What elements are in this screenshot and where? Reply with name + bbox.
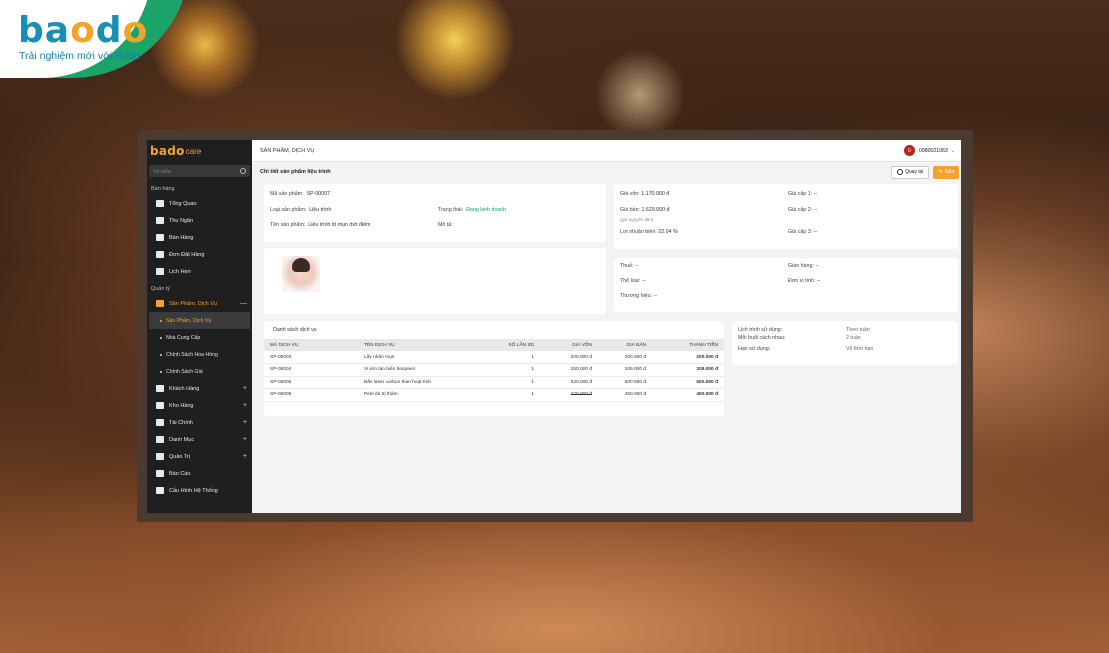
edit-button[interactable]: ✎ Sửa bbox=[933, 165, 959, 179]
sidebar-item-orders[interactable]: Đơn Đặt Hàng bbox=[147, 246, 252, 263]
back-circle-icon bbox=[896, 169, 903, 175]
orders-icon bbox=[156, 251, 164, 258]
sidebar-item-overview[interactable]: Tổng Quan bbox=[147, 195, 252, 212]
section-label-sales: Bán hàng bbox=[151, 186, 175, 192]
tags-icon bbox=[156, 234, 164, 241]
avatar: 0 bbox=[903, 145, 915, 156]
app-window: bado care Tìm kiếm Bán hàng Tổng Quan Th… bbox=[147, 140, 961, 513]
users-icon bbox=[156, 385, 164, 392]
sidebar-item-cashier[interactable]: Thu Ngân bbox=[147, 212, 252, 229]
warehouse-icon bbox=[156, 402, 164, 409]
sidebar-subitem-products-services[interactable]: Sản Phẩm, Dịch Vụ bbox=[149, 312, 250, 329]
sidebar-item-system-config[interactable]: Cấu Hình Hệ Thống bbox=[147, 482, 252, 499]
bar-chart-icon bbox=[156, 470, 164, 477]
sidebar-item-categories[interactable]: Danh Mục + bbox=[147, 431, 252, 448]
sidebar-search-input[interactable]: Tìm kiếm bbox=[149, 165, 250, 177]
search-icon bbox=[240, 168, 246, 174]
table-row[interactable]: SP-00005 Bắn laser carbon than hoạt tính 1… bbox=[264, 376, 724, 389]
logo-accent-o: o bbox=[122, 10, 149, 51]
gear-icon bbox=[156, 487, 164, 494]
user-menu[interactable]: 0 0980021063 ⌄ bbox=[903, 145, 955, 156]
monitor-icon bbox=[156, 217, 164, 224]
table-row[interactable]: SP-00003 Lấy nhân mụn 1 200.000 đ 200.000 đ… bbox=[264, 351, 724, 364]
sidebar-subitem-suppliers[interactable]: Nhà Cung Cấp bbox=[147, 329, 252, 346]
hair-shape bbox=[292, 258, 310, 272]
sidebar-subitem-commission[interactable]: Chính Sách Hoa Hồng bbox=[147, 346, 252, 363]
main-content: SẢN PHẨM, DỊCH VỤ 0 0980021063 ⌄ Chi tiế… bbox=[252, 140, 961, 513]
shapes-icon bbox=[156, 436, 164, 443]
status-badge: Đang kinh doanh bbox=[466, 207, 507, 213]
detail-header: Chi tiết sản phẩm liệu trình Quay lại ✎ S… bbox=[252, 162, 961, 182]
expand-icon[interactable]: + bbox=[243, 453, 247, 460]
sidebar-item-customers[interactable]: Khách Hàng + bbox=[147, 380, 252, 397]
product-code-row: Mã sản phẩm: SP-00007 bbox=[270, 191, 331, 197]
collapse-icon[interactable]: — bbox=[240, 300, 247, 307]
expand-icon[interactable]: + bbox=[243, 436, 247, 443]
pencil-icon: ✎ bbox=[938, 169, 943, 175]
table-header-row: MÃ DỊCH VỤ TÊN DỊCH VỤ SỐ LẦN SD GIÁ VỐN… bbox=[264, 339, 724, 351]
brand-tagline: Trải nghiệm mới với Bado bbox=[19, 50, 140, 62]
product-type-row: Loại sản phẩm: Liệu trình bbox=[270, 207, 332, 213]
sidebar-logo[interactable]: bado care bbox=[147, 140, 252, 162]
sidebar-item-finance[interactable]: Tài Chính + bbox=[147, 414, 252, 431]
detail-heading: Chi tiết sản phẩm liệu trình bbox=[260, 169, 331, 175]
product-image[interactable] bbox=[282, 256, 320, 292]
page-title: SẢN PHẨM, DỊCH VỤ bbox=[260, 147, 315, 154]
top-bar: SẢN PHẨM, DỊCH VỤ 0 0980021063 ⌄ bbox=[252, 140, 961, 162]
sidebar-subitem-pricing[interactable]: Chính Sách Giá bbox=[147, 363, 252, 380]
attributes-card: Thuế: -- Gian hàng: -- Thể loại: -- Đơn … bbox=[614, 258, 958, 312]
description-row: Mô tả: bbox=[438, 222, 453, 228]
user-phone: 0980021063 bbox=[918, 147, 948, 154]
finance-icon bbox=[156, 419, 164, 426]
calendar-icon bbox=[156, 268, 164, 275]
dashboard-icon bbox=[156, 200, 164, 207]
section-label-manage: Quản lý bbox=[151, 286, 170, 292]
table-row[interactable]: SP-00004 Vi kim tảo biển bioqreen 1 250.00… bbox=[264, 363, 724, 377]
schedule-card: Lịch trình sử dụng: Theo tuần Mỗi buổi c… bbox=[732, 321, 958, 365]
pricing-card: Giá vốn: 1.170.000 đ Giá bán: 1.629.000 … bbox=[614, 184, 958, 249]
table-row[interactable]: SP-00006 Peel da trị thâm 1 320.000 đ 450.0… bbox=[264, 388, 724, 402]
sidebar: bado care Tìm kiếm Bán hàng Tổng Quan Th… bbox=[147, 140, 252, 513]
services-table: MÃ DỊCH VỤ TÊN DỊCH VỤ SỐ LẦN SD GIÁ VỐN… bbox=[264, 339, 724, 402]
expand-icon[interactable]: + bbox=[243, 402, 247, 409]
product-name-row: Tên sản phẩm: Liệu trình trị mụn dứt điể… bbox=[270, 222, 371, 228]
product-image-card bbox=[264, 248, 606, 314]
services-title: Danh sách dịch vụ bbox=[273, 327, 317, 333]
logo-accent-o: o bbox=[70, 10, 96, 51]
expand-icon[interactable]: + bbox=[243, 419, 247, 426]
user-gear-icon bbox=[156, 453, 164, 460]
chevron-down-icon: ⌄ bbox=[950, 147, 955, 154]
sidebar-item-sales[interactable]: Bán Hàng bbox=[147, 229, 252, 246]
box-icon bbox=[156, 300, 164, 307]
product-info-card: Mã sản phẩm: SP-00007 Loại sản phẩm: Liệ… bbox=[264, 184, 606, 242]
sidebar-item-warehouse[interactable]: Kho Hàng + bbox=[147, 397, 252, 414]
status-row: Trạng thái: Đang kinh doanh bbox=[438, 207, 507, 213]
back-button[interactable]: Quay lại bbox=[890, 165, 930, 179]
sidebar-item-products-services[interactable]: Sản Phẩm, Dịch Vụ — bbox=[147, 295, 252, 312]
expand-icon[interactable]: + bbox=[243, 385, 247, 392]
sidebar-item-appointments[interactable]: Lịch Hẹn bbox=[147, 263, 252, 280]
services-card: Danh sách dịch vụ MÃ DỊCH VỤ TÊN DỊCH VỤ… bbox=[264, 321, 724, 416]
sidebar-item-reports[interactable]: Báo Cáo bbox=[147, 465, 252, 482]
sidebar-item-admin[interactable]: Quản Trị + bbox=[147, 448, 252, 465]
bado-logo: baodo bbox=[18, 10, 149, 51]
